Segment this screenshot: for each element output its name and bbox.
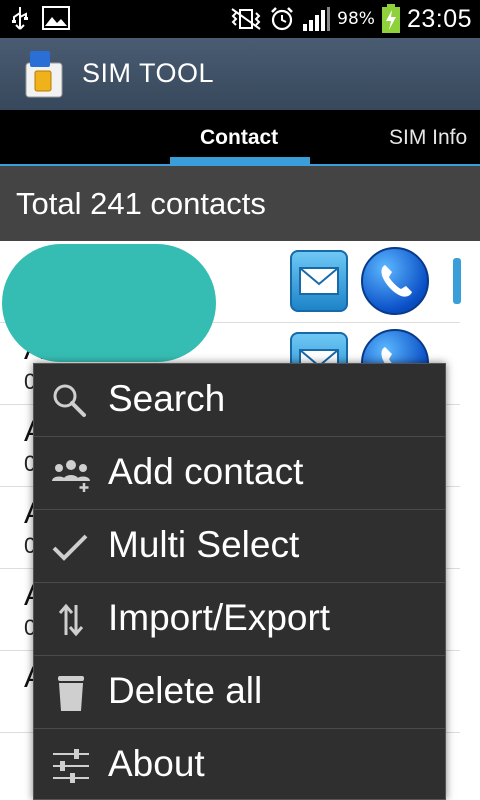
contacts-total-header: Total 241 contacts [0, 166, 480, 241]
sliders-icon [53, 749, 89, 783]
image-icon [42, 6, 70, 30]
app-title: SIM TOOL [82, 58, 215, 88]
vibrate-mute-icon [231, 8, 261, 30]
envelope-icon [299, 267, 339, 295]
clock: 23:05 [406, 4, 472, 33]
alarm-icon [271, 7, 294, 31]
tab-bar: Contact SIM Info [0, 110, 480, 166]
redaction-blob [2, 244, 216, 362]
tab-selected-indicator [170, 157, 310, 164]
contacts-total-label: Total 241 contacts [16, 186, 266, 221]
add-contact-icon [52, 460, 90, 492]
menu-item-add-contact[interactable]: Add contact [34, 437, 445, 510]
menu-item-delete-all[interactable]: Delete all [34, 656, 445, 729]
battery-charging-icon [381, 4, 400, 33]
menu-item-multi-select[interactable]: Multi Select [34, 510, 445, 583]
menu-label: Import/Export [108, 597, 331, 638]
phone-icon [381, 265, 412, 297]
trash-icon [58, 676, 84, 711]
menu-item-about[interactable]: About [34, 729, 445, 800]
menu-label: Search [108, 378, 226, 419]
signal-icon [303, 7, 331, 31]
battery-percent: 98% [337, 9, 375, 29]
menu-label: Multi Select [108, 524, 300, 565]
app-bar: SIM TOOL [0, 38, 480, 110]
message-button[interactable] [290, 250, 348, 312]
sim-card-icon [25, 51, 63, 98]
menu-item-search[interactable]: Search [34, 364, 445, 437]
checkmark-icon [52, 534, 88, 561]
import-export-icon [58, 603, 84, 637]
search-icon [53, 384, 86, 417]
options-menu: Search Add contact Multi Select Import/E… [33, 363, 446, 800]
menu-label: Delete all [108, 670, 263, 711]
usb-icon [12, 7, 28, 30]
menu-label: Add contact [108, 451, 304, 492]
tab-contact[interactable]: Contact [200, 126, 278, 150]
menu-item-import-export[interactable]: Import/Export [34, 583, 445, 656]
call-button[interactable] [361, 247, 429, 315]
list-scrollbar[interactable] [453, 258, 461, 304]
status-bar: 98% 23:05 [0, 0, 480, 38]
tab-sim-info[interactable]: SIM Info [389, 126, 467, 150]
menu-label: About [108, 743, 205, 784]
